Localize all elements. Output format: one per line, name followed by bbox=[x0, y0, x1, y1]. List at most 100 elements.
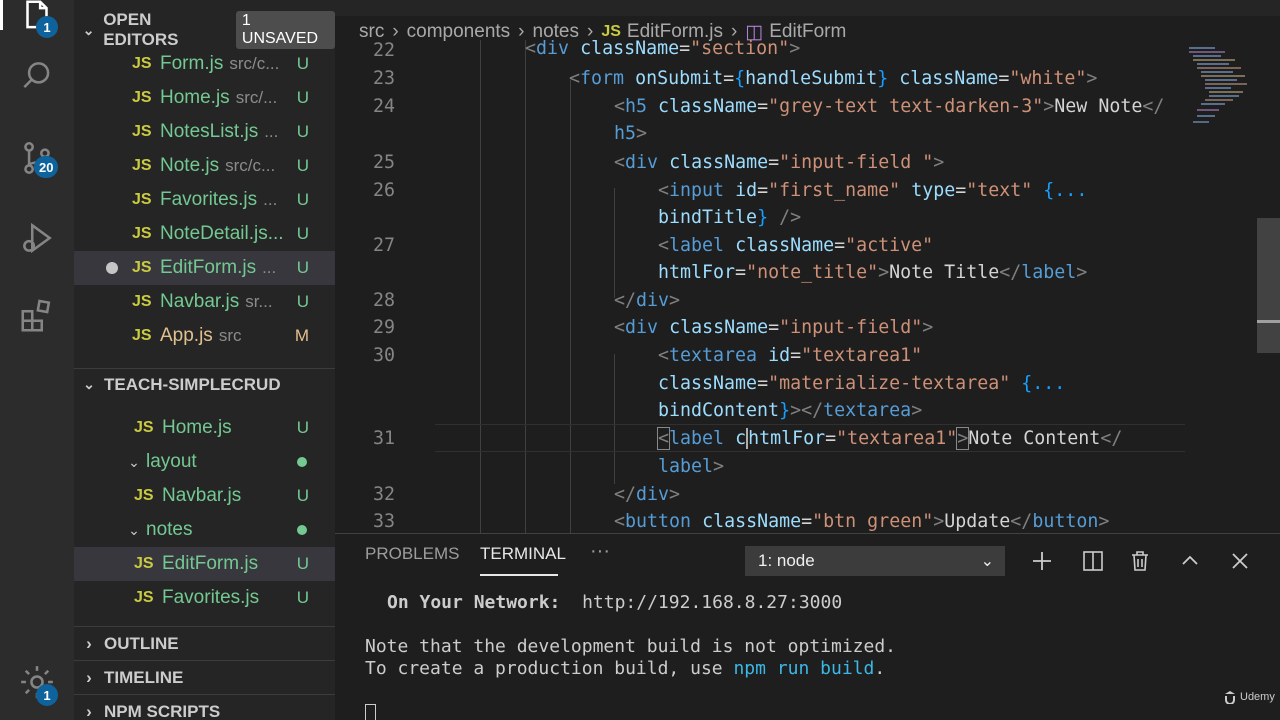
outline-section[interactable]: › OUTLINE bbox=[74, 626, 335, 660]
settings-badge: 1 bbox=[36, 684, 58, 706]
tab-strip bbox=[335, 0, 1280, 16]
split-terminal-button[interactable] bbox=[1078, 546, 1108, 576]
open-editor-item[interactable]: JS Note.js src/c... U bbox=[74, 149, 335, 183]
file-name: Home.js bbox=[160, 87, 230, 108]
plus-icon bbox=[1033, 552, 1051, 570]
js-file-icon: JS bbox=[132, 293, 152, 310]
chevron-right-icon: › bbox=[86, 667, 92, 687]
unsaved-dot-icon[interactable] bbox=[106, 262, 118, 274]
chevron-right-icon: › bbox=[86, 701, 92, 720]
git-status: U bbox=[296, 122, 309, 141]
tree-folder-layout[interactable]: ⌄ layout bbox=[74, 445, 335, 479]
timeline-section[interactable]: › TIMELINE bbox=[74, 660, 335, 694]
line-number: 28 bbox=[372, 290, 395, 311]
active-tab-indicator bbox=[480, 574, 558, 576]
tree-file-navbar[interactable]: JS Navbar.js U bbox=[74, 479, 335, 513]
chevron-down-icon: ⌄ bbox=[83, 376, 95, 392]
tree-file-favorites[interactable]: JS Favorites.js U bbox=[74, 581, 335, 615]
js-file-icon: JS bbox=[132, 123, 152, 140]
git-status: U bbox=[296, 486, 309, 505]
minimap[interactable] bbox=[1185, 40, 1255, 140]
project-header[interactable]: ⌄ TEACH-SIMPLECRUD bbox=[74, 368, 335, 400]
js-file-icon: JS bbox=[132, 191, 152, 208]
explorer-badge: 1 bbox=[36, 16, 58, 38]
maximize-panel-button[interactable] bbox=[1175, 546, 1205, 576]
js-file-icon: JS bbox=[132, 157, 152, 174]
tab-problems[interactable]: PROBLEMS bbox=[365, 544, 459, 564]
open-editor-item[interactable]: JS Favorites.js... U bbox=[74, 183, 335, 217]
code-editor[interactable]: 22 23 24 25 26 27 28 29 30 31 32 33 <div… bbox=[335, 40, 1280, 533]
tree-folder-notes[interactable]: ⌄ notes bbox=[74, 513, 335, 547]
extensions-icon[interactable] bbox=[0, 286, 74, 346]
chevron-right-icon: › bbox=[86, 633, 92, 653]
trash-icon bbox=[1132, 551, 1148, 571]
line-number: 29 bbox=[372, 317, 395, 338]
bottom-panel: PROBLEMS TERMINAL ··· 1: node ⌄ On Your … bbox=[335, 533, 1280, 720]
open-editor-item[interactable]: JS Navbar.js sr... U bbox=[74, 285, 335, 319]
chevron-down-icon: ⌄ bbox=[82, 21, 95, 38]
open-editor-item[interactable]: JS NotesList.js... U bbox=[74, 115, 335, 149]
line-number: 22 bbox=[372, 40, 395, 61]
explorer-icon[interactable]: 1 bbox=[0, 0, 74, 46]
source-control-icon[interactable]: 20 bbox=[0, 128, 74, 188]
tree-file-home[interactable]: JS Home.js U bbox=[74, 411, 335, 445]
indent-guide bbox=[480, 40, 481, 533]
file-path: ... bbox=[262, 258, 277, 277]
code-line: </div> bbox=[614, 484, 681, 505]
open-editor-item[interactable]: JS EditForm.js... U bbox=[74, 251, 335, 285]
code-line: </div> bbox=[614, 290, 681, 311]
chevron-down-icon: ⌄ bbox=[980, 553, 994, 570]
outline-title: OUTLINE bbox=[104, 633, 179, 653]
open-editor-item[interactable]: JS Form.js src/c... U bbox=[74, 47, 335, 81]
settings-gear-icon[interactable]: 1 bbox=[0, 652, 74, 712]
open-editors-title: OPEN EDITORS bbox=[103, 10, 179, 49]
code-line: <button className="btn green">Update</bu… bbox=[614, 511, 1110, 532]
file-name: Favorites.js bbox=[162, 587, 260, 608]
close-panel-button[interactable] bbox=[1225, 546, 1255, 576]
chevron-down-icon: ⌄ bbox=[128, 521, 140, 538]
file-path: src/c... bbox=[229, 54, 280, 73]
chevron-down-icon: ⌄ bbox=[128, 453, 140, 470]
kill-terminal-button[interactable] bbox=[1125, 546, 1155, 576]
file-name: Form.js bbox=[160, 53, 224, 74]
git-status: U bbox=[296, 88, 309, 107]
git-status: U bbox=[296, 588, 309, 607]
terminal-line-network: On Your Network: http://192.168.8.27:300… bbox=[387, 592, 842, 613]
open-editor-item[interactable]: JS NoteDetail.js... U bbox=[74, 217, 335, 251]
more-actions-icon[interactable]: ··· bbox=[590, 540, 610, 563]
line-number: 23 bbox=[372, 68, 395, 89]
js-file-icon: JS bbox=[132, 259, 152, 276]
git-status: U bbox=[296, 190, 309, 209]
open-editor-item[interactable]: JS App.js src M bbox=[74, 319, 335, 353]
udemy-logo-icon bbox=[1225, 691, 1235, 704]
line-number: 25 bbox=[372, 152, 395, 173]
npm-scripts-section[interactable]: › NPM SCRIPTS bbox=[74, 694, 335, 720]
unsaved-badge: 1 UNSAVED bbox=[235, 11, 335, 49]
search-icon[interactable] bbox=[0, 46, 74, 106]
timeline-title: TIMELINE bbox=[104, 667, 184, 687]
tree-file-editform[interactable]: JS EditForm.js U bbox=[74, 547, 335, 581]
scm-badge: 20 bbox=[34, 156, 59, 178]
run-debug-icon[interactable] bbox=[0, 208, 74, 268]
js-file-icon: JS bbox=[132, 225, 152, 242]
scrollbar-cursor-marker bbox=[1257, 320, 1280, 323]
terminal-select[interactable]: 1: node ⌄ bbox=[745, 546, 1005, 576]
project-title: TEACH-SIMPLECRUD bbox=[104, 374, 281, 394]
editor-scrollbar[interactable] bbox=[1257, 218, 1280, 353]
git-status: U bbox=[296, 292, 309, 311]
js-file-icon: JS bbox=[132, 89, 152, 106]
open-editor-item[interactable]: JS Home.js src/... U bbox=[74, 81, 335, 115]
line-number: 27 bbox=[372, 235, 395, 256]
line-number: 31 bbox=[372, 428, 395, 449]
open-editors-header[interactable]: ⌄ OPEN EDITORS 1 UNSAVED bbox=[74, 10, 335, 49]
tab-terminal[interactable]: TERMINAL bbox=[480, 544, 566, 564]
modified-dot bbox=[297, 457, 307, 467]
indent-guide bbox=[570, 80, 571, 533]
folder-name: layout bbox=[146, 451, 197, 472]
code-line: htmlFor="note_title">Note Title</label> bbox=[658, 262, 1088, 283]
git-status: U bbox=[296, 258, 309, 277]
git-status: U bbox=[296, 54, 309, 73]
code-line: <div className="input-field "> bbox=[614, 152, 945, 173]
new-terminal-button[interactable] bbox=[1027, 546, 1057, 576]
code-line: <input id="first_name" type="text" {... bbox=[658, 180, 1088, 201]
